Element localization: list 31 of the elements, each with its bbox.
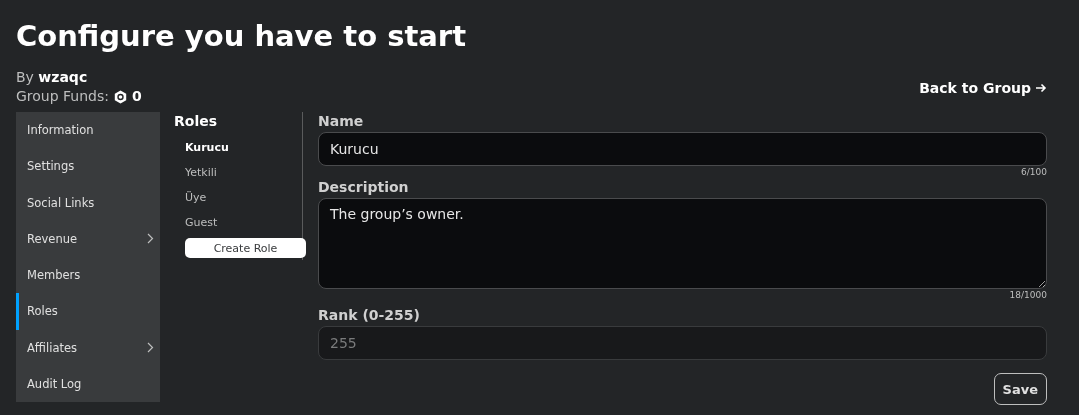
chevron-icon xyxy=(147,233,154,245)
character-counter: 18/1000 xyxy=(1009,289,1047,301)
sidebar-item[interactable]: Information xyxy=(16,112,160,149)
sidebar-item[interactable]: Affiliates xyxy=(16,329,160,366)
role-item[interactable]: Yetkili xyxy=(174,160,302,185)
funds-label: Group Funds: xyxy=(16,87,109,106)
owner-text: By wzaqc xyxy=(16,68,89,87)
create-role-button[interactable]: Create Role xyxy=(185,238,306,258)
field-label: Name xyxy=(318,112,365,130)
save-button[interactable]: Save xyxy=(993,373,1047,405)
sidebar-item[interactable]: Settings xyxy=(16,148,160,185)
role-item[interactable]: Guest xyxy=(174,210,302,235)
role-item[interactable]: Üye xyxy=(174,185,302,210)
sidebar-item[interactable]: Social Links xyxy=(16,184,160,221)
sidebar-item[interactable]: Audit Log xyxy=(16,365,160,402)
character-counter: 6/100 xyxy=(1021,166,1047,178)
roles-heading: Roles xyxy=(174,112,219,130)
description-field[interactable]: The group’s owner. xyxy=(318,198,1047,289)
funds-amount: 0 xyxy=(132,87,142,106)
back-to-group-link[interactable]: Back to Group xyxy=(919,80,1047,96)
sidebar-item[interactable]: Roles xyxy=(16,293,160,330)
role-item[interactable]: Kurucu xyxy=(174,135,302,160)
name-field[interactable]: Kurucu xyxy=(318,132,1047,166)
field-label: Description xyxy=(318,178,410,196)
sidebar-item[interactable]: Revenue xyxy=(16,220,160,257)
chevron-icon xyxy=(147,342,154,354)
arrow-icon xyxy=(1035,82,1047,94)
sidebar-item[interactable]: Members xyxy=(16,257,160,294)
coin-icon xyxy=(114,89,127,104)
page-title: Configure you have to start xyxy=(16,18,467,54)
field-label: Rank (0-255) xyxy=(318,306,421,324)
